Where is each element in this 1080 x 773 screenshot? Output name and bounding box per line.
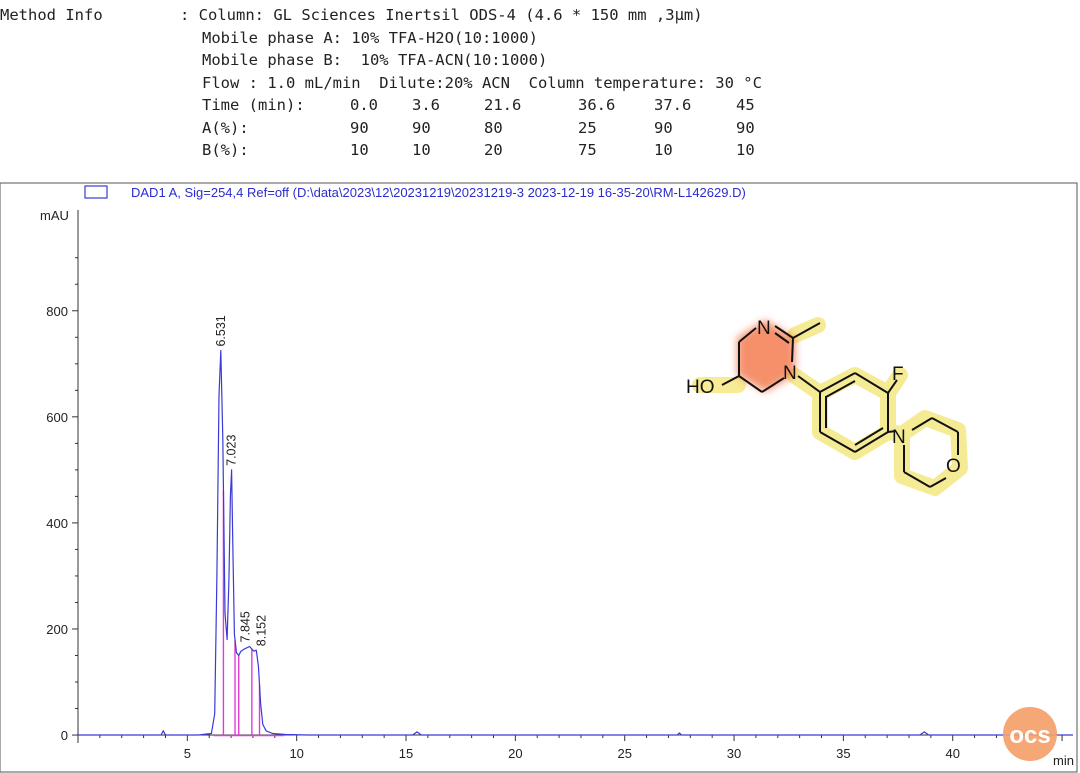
peak-label: 7.845 [239, 611, 253, 642]
ocs-logo: ocs [1003, 707, 1057, 761]
x-tick-label: 40 [945, 746, 959, 761]
x-tick-label: 15 [399, 746, 413, 761]
x-tick-label: 30 [727, 746, 741, 761]
y-tick-label: 200 [46, 622, 68, 637]
legend-swatch [84, 185, 108, 199]
peak-labels: 6.531 7.023 7.845 8.152 [214, 315, 268, 646]
chromatogram-chart: DAD1 A, Sig=254,4 Ref=off (D:\data\2023\… [0, 182, 1078, 773]
peak-label: 7.023 [225, 435, 239, 466]
atom-n-ring: N [757, 318, 771, 339]
y-tick-label: 600 [46, 410, 68, 425]
chromatogram-trace [78, 349, 1073, 736]
x-axis-label: min [1053, 753, 1074, 768]
atom-n-morpholine: N [892, 427, 906, 448]
peak-label: 6.531 [214, 315, 228, 346]
x-tick-label: 10 [289, 746, 303, 761]
y-tick-label: 400 [46, 516, 68, 531]
y-tick-label: 800 [46, 304, 68, 319]
atom-fluorine: F [892, 364, 904, 385]
atom-oxygen-morpholine: O [946, 456, 961, 477]
y-tick-label: 0 [61, 728, 68, 743]
molecule-structure: N N HO F N O [686, 317, 968, 496]
peak-label: 8.152 [254, 615, 268, 646]
legend-text: DAD1 A, Sig=254,4 Ref=off (D:\data\2023\… [131, 185, 746, 200]
logo-text: ocs [1009, 722, 1050, 749]
x-tick-label: 20 [508, 746, 522, 761]
y-axis-label: mAU [40, 208, 69, 223]
atom-n-aryl: N [783, 363, 797, 384]
series-trace [78, 349, 1073, 736]
x-tick-label: 5 [184, 746, 191, 761]
x-tick-label: 25 [617, 746, 631, 761]
atom-hydroxyl: HO [686, 377, 715, 398]
x-tick-label: 35 [836, 746, 850, 761]
